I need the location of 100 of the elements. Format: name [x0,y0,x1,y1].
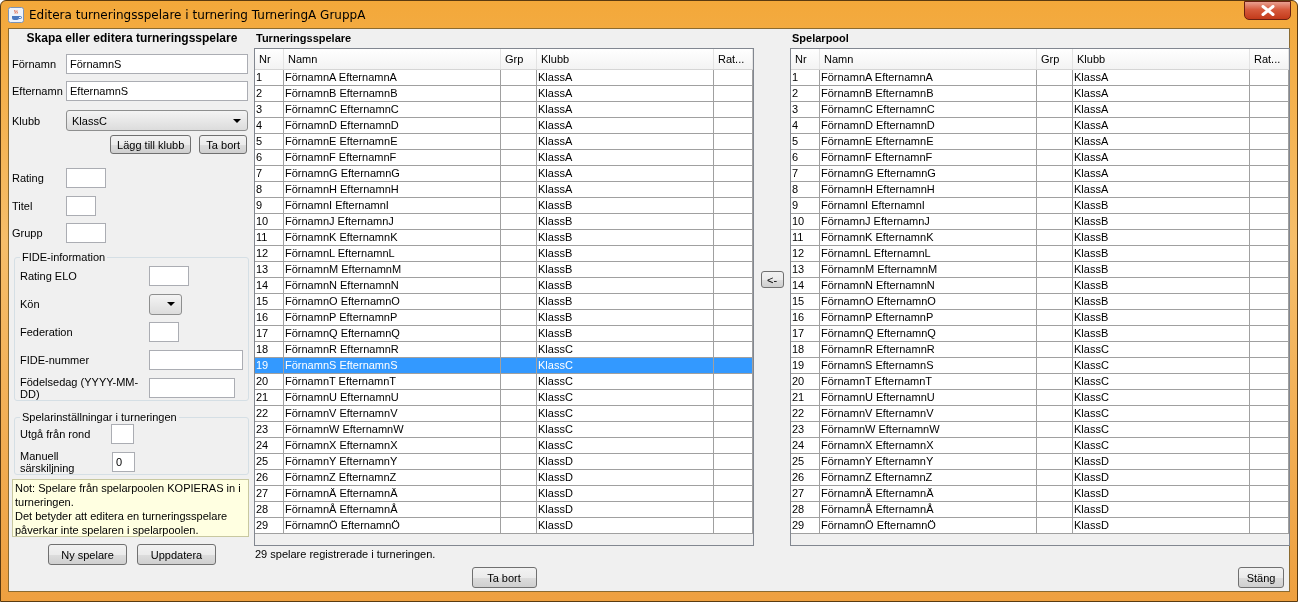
table-row[interactable]: 17 FörnamnQ EfternamnQ KlassB [255,326,753,342]
field-label: Rating ELO [20,270,78,282]
table-cell: FörnamnÖ EfternamnÖ [284,518,501,534]
button[interactable]: Uppdatera [137,544,216,565]
table-row[interactable]: 2 FörnamnB EfternamnB KlassA [255,86,753,102]
table-row[interactable]: 6 FörnamnF EfternamnF KlassA [791,150,1289,166]
table-row[interactable]: 6 FörnamnF EfternamnF KlassA [255,150,753,166]
table-row[interactable]: 25 FörnamnY EfternamnY KlassD [255,454,753,470]
table-row[interactable]: 18 FörnamnR EfternamnR KlassC [791,342,1289,358]
field-label: Förnamn [12,58,58,70]
table-row[interactable]: 20 FörnamnT EfternamnT KlassC [791,374,1289,390]
column-header[interactable]: Namn [284,49,501,69]
table-row[interactable]: 3 FörnamnC EfternamnC KlassA [791,102,1289,118]
table-row[interactable]: 8 FörnamnH EfternamnH KlassA [791,182,1289,198]
table-row[interactable]: 22 FörnamnV EfternamnV KlassC [791,406,1289,422]
table-row[interactable]: 8 FörnamnH EfternamnH KlassA [255,182,753,198]
table-row[interactable]: 26 FörnamnZ EfternamnZ KlassD [791,470,1289,486]
table-row[interactable]: 28 FörnamnÅ EfternamnÅ KlassD [255,502,753,518]
table-row[interactable]: 19 FörnamnS EfternamnS KlassC [791,358,1289,374]
table-row[interactable]: 16 FörnamnP EfternamnP KlassB [255,310,753,326]
dropdown[interactable]: KlassC [66,110,248,131]
table-cell: KlassD [537,518,714,534]
text-field[interactable]: FörnamnS [66,54,248,74]
table-row[interactable]: 11 FörnamnK EfternamnK KlassB [255,230,753,246]
table-row[interactable]: 12 FörnamnL EfternamnL KlassB [255,246,753,262]
table-row[interactable]: 11 FörnamnK EfternamnK KlassB [791,230,1289,246]
text-field[interactable] [66,196,96,216]
button[interactable]: Ta bort [471,567,537,588]
table-row[interactable]: 13 FörnamnM EfternamnM KlassB [255,262,753,278]
text-field[interactable] [149,378,235,398]
table-row[interactable]: 14 FörnamnN EfternamnN KlassB [255,278,753,294]
button[interactable]: Ta bort [199,135,247,154]
text-field[interactable] [111,424,134,444]
button[interactable]: Ny spelare [48,544,127,565]
field-label: Klubb [12,114,42,127]
table-row[interactable]: 20 FörnamnT EfternamnT KlassC [255,374,753,390]
table-row[interactable]: 2 FörnamnB EfternamnB KlassA [791,86,1289,102]
table-row[interactable]: 7 FörnamnG EfternamnG KlassA [255,166,753,182]
transfer-button[interactable]: <- [760,271,784,288]
close-button[interactable] [1244,1,1291,20]
table-row[interactable]: 29 FörnamnÖ EfternamnÖ KlassD [791,518,1289,534]
table-row[interactable]: 12 FörnamnL EfternamnL KlassB [791,246,1289,262]
dropdown[interactable] [149,293,182,315]
cup-icon [8,6,24,23]
column-header[interactable]: Nr [791,49,820,69]
text-field[interactable]: EfternamnS [66,81,248,101]
table-row[interactable]: 15 FörnamnO EfternamnO KlassB [791,294,1289,310]
table-row[interactable]: 3 FörnamnC EfternamnC KlassA [255,102,753,118]
group-title: FIDE-information [21,251,107,263]
table-row[interactable]: 10 FörnamnJ EfternamnJ KlassB [255,214,753,230]
table-row[interactable]: 4 FörnamnD EfternamnD KlassA [791,118,1289,134]
table-row[interactable]: 18 FörnamnR EfternamnR KlassC [255,342,753,358]
table-row[interactable]: 14 FörnamnN EfternamnN KlassB [791,278,1289,294]
button[interactable]: Stäng [1238,567,1284,588]
text-field[interactable] [66,168,106,188]
table-row[interactable]: 23 FörnamnW EfternamnW KlassC [791,422,1289,438]
table-row[interactable]: 22 FörnamnV EfternamnV KlassC [255,406,753,422]
table-row[interactable]: 26 FörnamnZ EfternamnZ KlassD [255,470,753,486]
text-field[interactable]: 0 [112,452,135,472]
field-label: Utgå från rond [20,428,92,440]
button[interactable]: Lägg till klubb [110,135,192,154]
column-header[interactable]: Namn [820,49,1037,69]
table-row[interactable]: 10 FörnamnJ EfternamnJ KlassB [791,214,1289,230]
table-row[interactable]: 4 FörnamnD EfternamnD KlassA [255,118,753,134]
table-row[interactable]: 21 FörnamnU EfternamnU KlassC [791,390,1289,406]
column-header[interactable]: Nr [255,49,284,69]
column-header[interactable]: Grp [1037,49,1073,69]
text-field[interactable] [149,350,243,370]
close-icon [1260,5,1275,16]
table-row[interactable]: 27 FörnamnÄ EfternamnÄ KlassD [791,486,1289,502]
table-row[interactable]: 5 FörnamnE EfternamnE KlassA [255,134,753,150]
text-field[interactable] [149,322,179,342]
table-row[interactable]: 27 FörnamnÄ EfternamnÄ KlassD [255,486,753,502]
field-label: FIDE-nummer [20,354,91,366]
column-header[interactable]: Grp [501,49,537,69]
table-row[interactable]: 7 FörnamnG EfternamnG KlassA [791,166,1289,182]
text-field[interactable] [66,223,106,243]
table-row[interactable]: 25 FörnamnY EfternamnY KlassD [791,454,1289,470]
note-text: Det betyder att editera en turneringsspelare påverkar inte spelaren i spelarpoolen. [15,509,229,537]
table-row[interactable]: 29 FörnamnÖ EfternamnÖ KlassD [255,518,753,534]
table-row[interactable]: 9 FörnamnI EfternamnI KlassB [791,198,1289,214]
table-row[interactable]: 28 FörnamnÅ EfternamnÅ KlassD [791,502,1289,518]
column-header[interactable]: Rat... [1250,49,1289,69]
column-header[interactable]: Klubb [537,49,714,69]
table-row[interactable]: 17 FörnamnQ EfternamnQ KlassB [791,326,1289,342]
table-row[interactable]: 16 FörnamnP EfternamnP KlassB [791,310,1289,326]
table-row[interactable]: 5 FörnamnE EfternamnE KlassA [791,134,1289,150]
column-header[interactable]: Rat... [714,49,753,69]
table-row[interactable]: 1 FörnamnA EfternamnA KlassA [791,70,1289,86]
table-row[interactable]: 23 FörnamnW EfternamnW KlassC [255,422,753,438]
text-field[interactable] [149,266,189,286]
table-row[interactable]: 21 FörnamnU EfternamnU KlassC [255,390,753,406]
table-row[interactable]: 24 FörnamnX EfternamnX KlassC [255,438,753,454]
table-row[interactable]: 1 FörnamnA EfternamnA KlassA [255,70,753,86]
table-row[interactable]: 9 FörnamnI EfternamnI KlassB [255,198,753,214]
table-row[interactable]: 24 FörnamnX EfternamnX KlassC [791,438,1289,454]
table-row[interactable]: 15 FörnamnO EfternamnO KlassB [255,294,753,310]
table-row[interactable]: 13 FörnamnM EfternamnM KlassB [791,262,1289,278]
field-label: Efternamn [12,85,64,97]
column-header[interactable]: Klubb [1073,49,1250,69]
